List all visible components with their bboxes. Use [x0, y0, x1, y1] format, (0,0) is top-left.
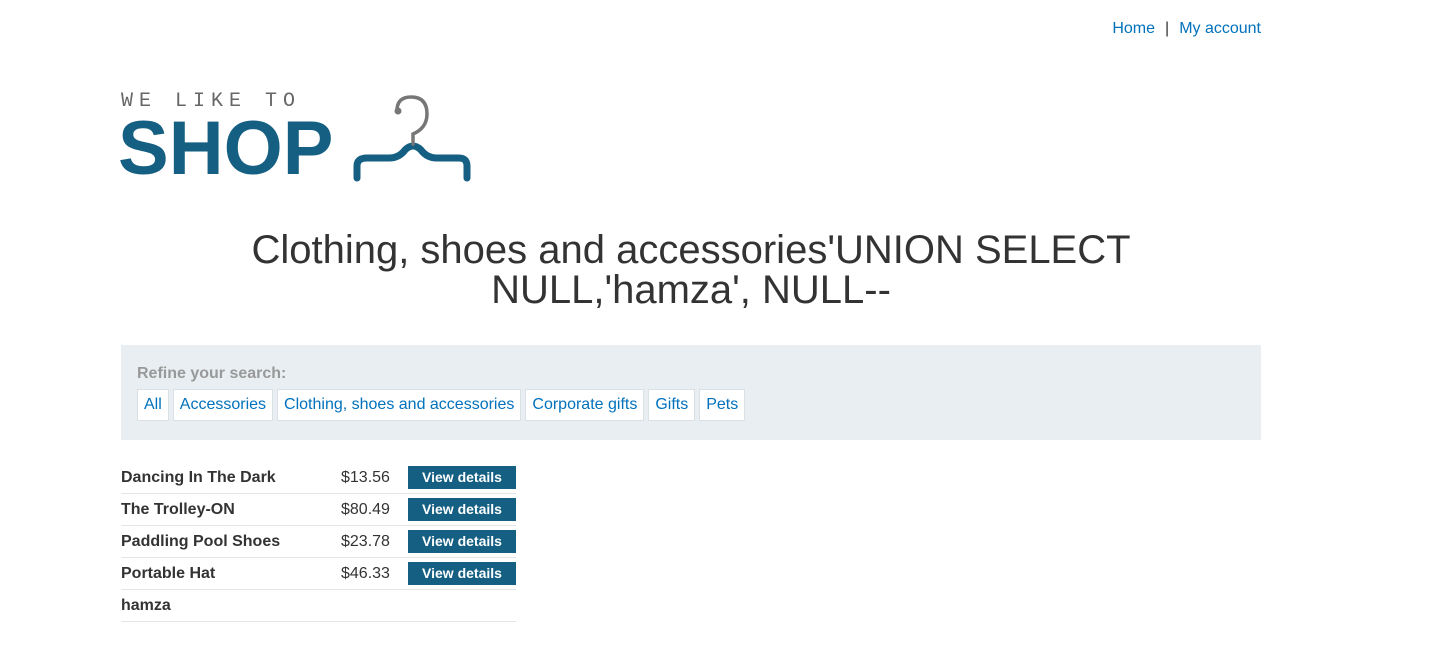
product-action: View details: [408, 462, 516, 494]
category-filters: All Accessories Clothing, shoes and acce…: [137, 389, 1245, 421]
table-row: Portable Hat $46.33 View details: [121, 557, 516, 590]
product-action: View details: [408, 557, 516, 590]
product-action: View details: [408, 525, 516, 558]
product-name: Paddling Pool Shoes: [121, 525, 341, 558]
product-name: Dancing In The Dark: [121, 462, 341, 494]
table-row: Paddling Pool Shoes $23.78 View details: [121, 525, 516, 558]
filter-accessories[interactable]: Accessories: [172, 389, 274, 421]
logo-word: SHOP: [118, 106, 334, 191]
product-name: hamza: [121, 589, 341, 622]
product-price: $80.49: [341, 493, 408, 526]
view-details-button[interactable]: View details: [408, 466, 516, 489]
product-price: $23.78: [341, 525, 408, 558]
product-table: Dancing In The Dark $13.56 View details …: [121, 462, 516, 622]
refine-search-panel: Refine your search: All Accessories Clot…: [121, 345, 1261, 440]
filter-gifts[interactable]: Gifts: [648, 389, 696, 421]
product-name: Portable Hat: [121, 557, 341, 590]
table-row: Dancing In The Dark $13.56 View details: [121, 462, 516, 494]
product-price: $46.33: [341, 557, 408, 590]
hanger-icon: [353, 95, 471, 182]
page-title: Clothing, shoes and accessories'UNION SE…: [251, 228, 1131, 312]
home-link[interactable]: Home: [1112, 20, 1155, 37]
view-details-button[interactable]: View details: [408, 562, 516, 585]
view-details-button[interactable]: View details: [408, 530, 516, 553]
refine-label: Refine your search:: [137, 365, 287, 382]
filter-pets[interactable]: Pets: [699, 389, 746, 421]
product-action: View details: [408, 493, 516, 526]
table-row: The Trolley-ON $80.49 View details: [121, 493, 516, 526]
site-logo[interactable]: WE LIKE TO SHOP: [118, 92, 473, 191]
filter-corporate-gifts[interactable]: Corporate gifts: [525, 389, 645, 421]
product-price: [341, 589, 408, 622]
product-price: $13.56: [341, 462, 408, 494]
view-details-button[interactable]: View details: [408, 498, 516, 521]
top-navigation: Home | My account: [1112, 20, 1261, 38]
nav-separator: |: [1165, 20, 1170, 37]
product-name: The Trolley-ON: [121, 493, 341, 526]
product-action: [408, 589, 516, 622]
my-account-link[interactable]: My account: [1179, 20, 1261, 37]
filter-all[interactable]: All: [137, 389, 169, 421]
filter-clothing-shoes-accessories[interactable]: Clothing, shoes and accessories: [277, 389, 522, 421]
table-row: hamza: [121, 589, 516, 622]
